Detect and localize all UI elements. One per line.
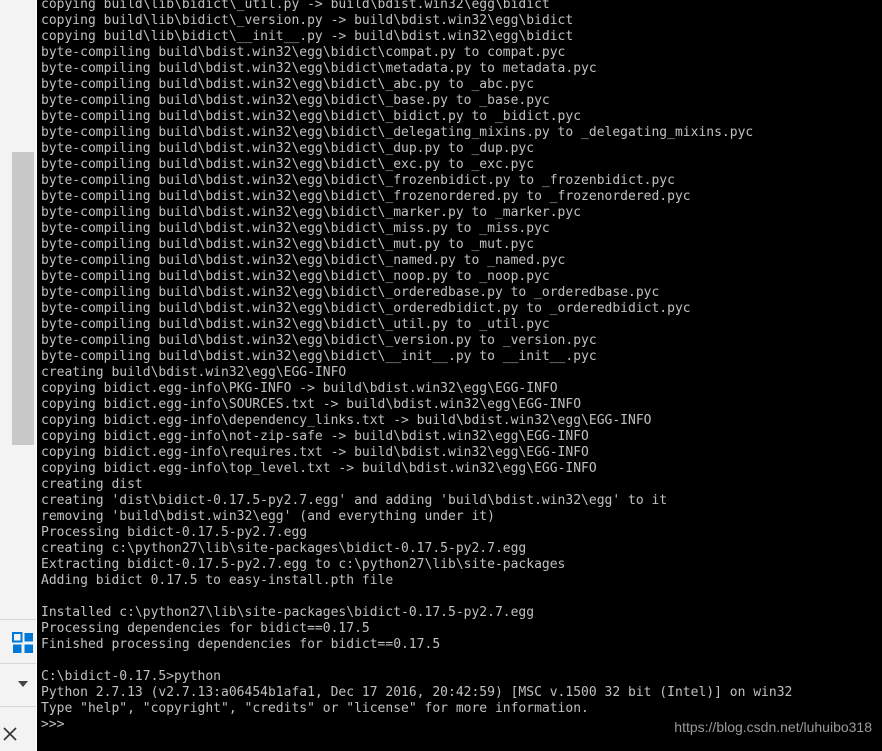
console-line: C:\bidict-0.17.5>python: [41, 669, 222, 684]
console-line: copying bidict.egg-info\SOURCES.txt -> b…: [41, 397, 582, 412]
console-line: copying bidict.egg-info\dependency_links…: [41, 413, 652, 428]
console-line: byte-compiling build\bdist.win32\egg\bid…: [41, 285, 660, 300]
left-sidebar: [0, 0, 36, 751]
console-output: copying build\lib\bidict\_util.py -> bui…: [41, 0, 792, 733]
console-line: byte-compiling build\bdist.win32\egg\bid…: [41, 189, 691, 204]
console-line: Adding bidict 0.17.5 to easy-install.pth…: [41, 573, 394, 588]
sidebar-divider: [0, 619, 36, 620]
sidebar-divider: [0, 706, 36, 707]
console-line: copying bidict.egg-info\PKG-INFO -> buil…: [41, 381, 558, 396]
console-line: creating c:\python27\lib\site-packages\b…: [41, 541, 527, 556]
console-line: Processing bidict-0.17.5-py2.7.egg: [41, 525, 308, 540]
console-line: byte-compiling build\bdist.win32\egg\bid…: [41, 61, 597, 76]
console-line: copying bidict.egg-info\not-zip-safe -> …: [41, 429, 589, 444]
console-line: creating 'dist\bidict-0.17.5-py2.7.egg' …: [41, 493, 668, 508]
console-line: copying bidict.egg-info\top_level.txt ->…: [41, 461, 597, 476]
console-line: Processing dependencies for bidict==0.17…: [41, 621, 370, 636]
console-line: Installed c:\python27\lib\site-packages\…: [41, 605, 535, 620]
sidebar-scrollbar-thumb[interactable]: [12, 152, 34, 445]
console-line: creating build\bdist.win32\egg\EGG-INFO: [41, 365, 347, 380]
console-line: byte-compiling build\bdist.win32\egg\bid…: [41, 45, 566, 60]
console-line: byte-compiling build\bdist.win32\egg\bid…: [41, 77, 535, 92]
console-line: byte-compiling build\bdist.win32\egg\bid…: [41, 109, 582, 124]
console-line: byte-compiling build\bdist.win32\egg\bid…: [41, 333, 597, 348]
console-line: byte-compiling build\bdist.win32\egg\bid…: [41, 173, 675, 188]
console-line: byte-compiling build\bdist.win32\egg\bid…: [41, 237, 535, 252]
console-line: byte-compiling build\bdist.win32\egg\bid…: [41, 349, 597, 364]
console-line: byte-compiling build\bdist.win32\egg\bid…: [41, 301, 691, 316]
console-line: Extracting bidict-0.17.5-py2.7.egg to c:…: [41, 557, 566, 572]
console-line: byte-compiling build\bdist.win32\egg\bid…: [41, 221, 550, 236]
console-line: byte-compiling build\bdist.win32\egg\bid…: [41, 125, 754, 140]
console-line: copying bidict.egg-info\requires.txt -> …: [41, 445, 589, 460]
console-line: Finished processing dependencies for bid…: [41, 637, 441, 652]
console-line: copying build\lib\bidict\__init__.py -> …: [41, 29, 574, 44]
console-line: byte-compiling build\bdist.win32\egg\bid…: [41, 157, 535, 172]
console-line: removing 'build\bdist.win32\egg' (and ev…: [41, 509, 495, 524]
console-line: copying build\lib\bidict\_util.py -> bui…: [41, 0, 550, 12]
console-line: byte-compiling build\bdist.win32\egg\bid…: [41, 317, 550, 332]
close-icon[interactable]: [2, 726, 18, 742]
sidebar-divider: [0, 663, 36, 664]
console-line: byte-compiling build\bdist.win32\egg\bid…: [41, 253, 566, 268]
console-line: Type "help", "copyright", "credits" or "…: [41, 701, 589, 716]
console-line: byte-compiling build\bdist.win32\egg\bid…: [41, 93, 550, 108]
console-window[interactable]: copying build\lib\bidict\_util.py -> bui…: [37, 0, 882, 751]
chevron-down-icon[interactable]: [16, 676, 30, 690]
console-line: byte-compiling build\bdist.win32\egg\bid…: [41, 205, 582, 220]
watermark-text: https://blog.csdn.net/luhuibo318: [674, 719, 872, 735]
console-line: Python 2.7.13 (v2.7.13:a06454b1afa1, Dec…: [41, 685, 793, 700]
console-line: byte-compiling build\bdist.win32\egg\bid…: [41, 141, 535, 156]
console-line: creating dist: [41, 477, 143, 492]
apps-icon[interactable]: [12, 632, 34, 654]
console-line: byte-compiling build\bdist.win32\egg\bid…: [41, 269, 550, 284]
console-line: copying build\lib\bidict\_version.py -> …: [41, 13, 574, 28]
